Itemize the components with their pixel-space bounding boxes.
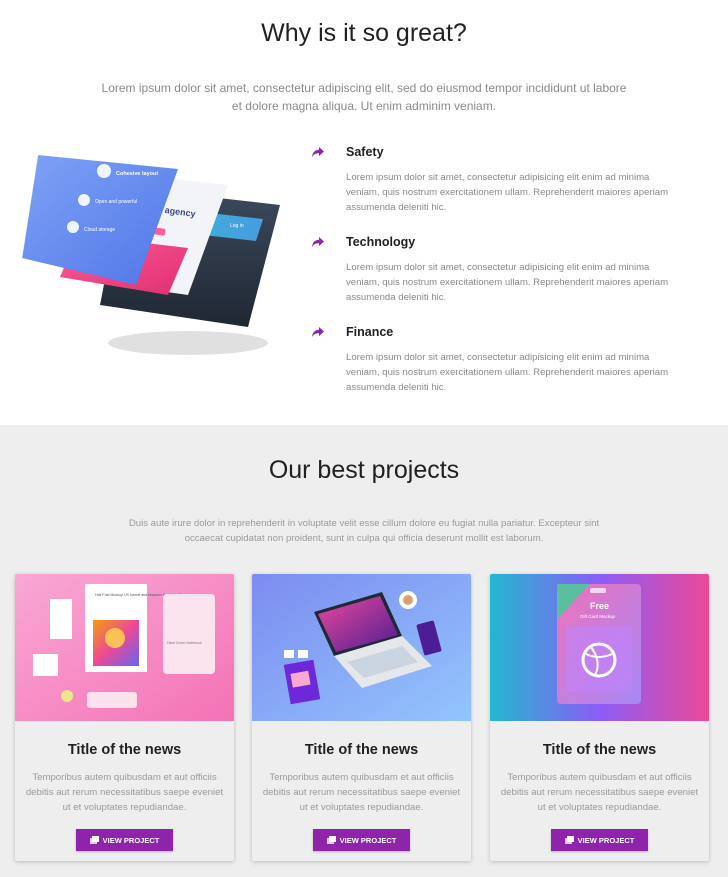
card-text: Temporibus autem quibusdam et aut offici… (500, 772, 699, 813)
app-mockup-illustration: ve agency Log in Cohesive layout Open an… (21, 154, 280, 355)
card-title: Title of the news (542, 742, 657, 758)
feature-title: Technology (346, 235, 416, 249)
section-title: Our best projects (268, 456, 460, 484)
section-title: Why is it so great? (261, 19, 467, 47)
button-label: VIEW PROJECT (577, 835, 635, 845)
project-image-gift-card: Free Gift Card Mockup (490, 574, 709, 721)
feature-text: Lorem ipsum dolor sit amet, consectetur … (346, 172, 669, 213)
svg-text:Open and powerful: Open and powerful (95, 199, 137, 205)
card-text: Temporibus autem quibusdam et aut offici… (25, 772, 224, 813)
view-project-button[interactable]: VIEW PROJECT (313, 829, 410, 851)
svg-text:Free: Free (590, 601, 609, 611)
card-text: Temporibus autem quibusdam et aut offici… (262, 772, 461, 813)
share-arrow-icon (312, 237, 324, 247)
feature-title: Safety (346, 145, 384, 159)
view-project-button[interactable]: VIEW PROJECT (76, 829, 173, 851)
project-card: Free Gift Card Mockup Title of the news … (490, 574, 709, 861)
share-arrow-icon (312, 327, 324, 337)
svg-text:Log in: Log in (230, 223, 244, 229)
svg-text:Cohesive layout: Cohesive layout (116, 171, 158, 177)
button-label: VIEW PROJECT (339, 835, 397, 845)
feature-title: Finance (346, 325, 394, 339)
feature-text: Lorem ipsum dolor sit amet, consectetur … (346, 352, 669, 393)
card-title: Title of the news (67, 742, 182, 758)
stack-icon (89, 836, 99, 844)
share-arrow-icon (312, 147, 324, 157)
project-card: Title of the news Temporibus autem quibu… (252, 574, 471, 861)
why-great-section: Why is it so great? Lorem ipsum dolor si… (0, 0, 728, 425)
view-project-button[interactable]: VIEW PROJECT (551, 829, 648, 851)
svg-text:Hard Cover Notebook: Hard Cover Notebook (167, 641, 202, 645)
svg-text:Gift Card Mockup: Gift Card Mockup (580, 614, 616, 619)
stack-icon (564, 836, 574, 844)
section-lead: Duis aute irure dolor in reprehenderit i… (128, 518, 600, 544)
svg-text:Cloud storage: Cloud storage (84, 227, 115, 233)
section-lead: Lorem ipsum dolor sit amet, consectetur … (101, 81, 627, 113)
button-label: VIEW PROJECT (102, 835, 160, 845)
card-title: Title of the news (304, 742, 419, 758)
project-image-laptop (252, 574, 471, 721)
project-card: Half Fold Mockup US format and resource … (15, 574, 234, 861)
projects-section: Our best projects Duis aute irure dolor … (0, 425, 728, 877)
project-image-stationery: Half Fold Mockup US format and resource … (15, 574, 234, 721)
feature-text: Lorem ipsum dolor sit amet, consectetur … (346, 262, 669, 303)
stack-icon (326, 836, 336, 844)
